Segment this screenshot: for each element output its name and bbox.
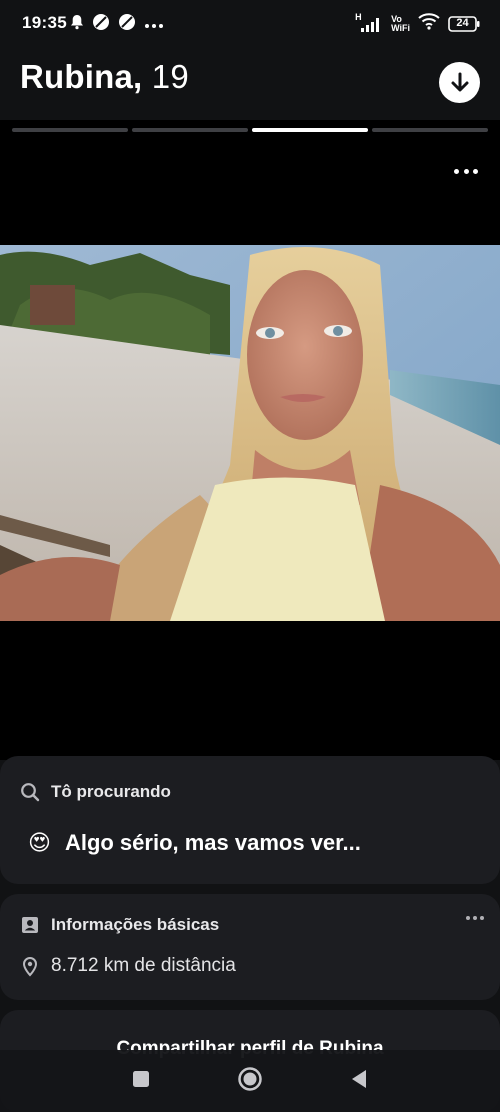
looking-for-title: Tô procurando bbox=[51, 782, 171, 801]
more-notifications-icon bbox=[144, 16, 164, 34]
photo-carousel[interactable] bbox=[0, 120, 500, 760]
home-circle-icon bbox=[238, 1066, 262, 1091]
photo-more-options-button[interactable] bbox=[454, 164, 478, 178]
basic-info-header: Informações básicas bbox=[20, 915, 219, 935]
photo-progress-segment bbox=[372, 128, 488, 132]
status-bar: 19:35 H Vo WiFi 24 bbox=[0, 0, 500, 46]
dot-icon bbox=[473, 168, 478, 174]
looking-for-card: Tô procurando 😍 Algo sério, mas vamos ve… bbox=[0, 756, 500, 884]
blocked-app-icon bbox=[118, 13, 136, 36]
looking-for-value: Algo sério, mas vamos ver... bbox=[64, 830, 361, 855]
battery-icon: 24 bbox=[448, 15, 480, 32]
collapse-profile-button[interactable] bbox=[439, 62, 480, 103]
location-pin-icon bbox=[22, 957, 38, 977]
photo-progress-segment-active bbox=[252, 128, 368, 132]
vowifi-bottom: WiFi bbox=[391, 22, 410, 33]
photo-progress-indicator bbox=[12, 128, 488, 132]
distance-text: 8.712 km de distância bbox=[51, 955, 236, 976]
back-triangle-icon bbox=[352, 1069, 366, 1088]
square-icon bbox=[133, 1070, 149, 1087]
photo-progress-segment bbox=[12, 128, 128, 132]
dot-icon bbox=[463, 168, 469, 174]
search-icon bbox=[21, 783, 40, 802]
back-button[interactable] bbox=[349, 1068, 369, 1095]
profile-photo bbox=[0, 245, 500, 621]
photo-progress-segment bbox=[132, 128, 248, 132]
dot-icon bbox=[480, 916, 484, 920]
recents-button[interactable] bbox=[131, 1069, 151, 1094]
basic-info-card: Informações básicas 8.712 km de distânci… bbox=[0, 894, 500, 1000]
signal-icon: H bbox=[355, 11, 383, 34]
looking-for-header: Tô procurando bbox=[20, 782, 171, 802]
arrow-down-icon bbox=[451, 72, 468, 91]
vowifi-icon: Vo WiFi bbox=[391, 14, 410, 33]
profile-name-heading: Rubina, 19 bbox=[20, 58, 189, 96]
network-type-label: H bbox=[355, 11, 362, 22]
looking-for-row: 😍 Algo sério, mas vamos ver... bbox=[28, 830, 361, 856]
distance-row: 8.712 km de distância bbox=[20, 955, 236, 977]
dot-icon bbox=[454, 168, 459, 174]
basic-info-more-button[interactable] bbox=[466, 916, 484, 920]
dot-icon bbox=[473, 916, 477, 920]
status-system-icons: H Vo WiFi 24 bbox=[355, 12, 480, 35]
status-time: 19:35 bbox=[22, 13, 67, 32]
heart-eyes-emoji-icon: 😍 bbox=[28, 830, 51, 855]
wifi-icon bbox=[418, 12, 440, 35]
profile-card-icon bbox=[22, 917, 38, 933]
profile-name: Rubina, bbox=[20, 58, 143, 95]
status-notification-icons bbox=[70, 13, 164, 36]
system-navigation-bar bbox=[0, 1050, 500, 1112]
basic-info-title: Informações básicas bbox=[51, 915, 220, 934]
dot-icon bbox=[466, 916, 470, 920]
home-button[interactable] bbox=[237, 1066, 263, 1097]
battery-level: 24 bbox=[456, 16, 469, 29]
bell-icon bbox=[70, 14, 84, 35]
profile-age: 19 bbox=[151, 58, 189, 95]
blocked-app-icon bbox=[92, 13, 110, 36]
profile-header: Rubina, 19 bbox=[0, 48, 500, 118]
